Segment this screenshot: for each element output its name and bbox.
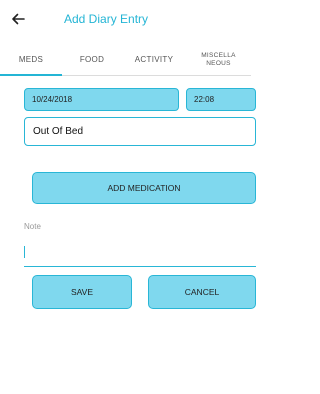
add-diary-entry-screen: Add Diary Entry MEDS FOOD ACTIVITY MISCE… <box>0 0 256 394</box>
add-medication-button[interactable]: ADD MEDICATION <box>32 172 256 204</box>
note-label: Note <box>24 222 41 231</box>
tab-miscellaneous[interactable]: MISCELLA NEOUS <box>186 44 251 75</box>
tab-food[interactable]: FOOD <box>62 44 122 75</box>
tab-miscellaneous-line2: NEOUS <box>206 59 231 67</box>
tab-miscellaneous-line1: MISCELLA <box>201 51 236 59</box>
time-field[interactable]: 22:08 <box>186 88 256 111</box>
tab-meds-label: MEDS <box>18 55 44 64</box>
tab-food-label: FOOD <box>79 55 105 64</box>
cancel-button[interactable]: CANCEL <box>148 275 256 309</box>
tab-activity[interactable]: ACTIVITY <box>122 44 186 75</box>
tab-miscellaneous-label: MISCELLA NEOUS <box>201 52 236 68</box>
arrow-left-icon[interactable] <box>10 11 26 27</box>
text-caret <box>24 246 25 258</box>
status-select[interactable]: Out Of Bed <box>24 117 256 146</box>
tab-meds[interactable]: MEDS <box>0 44 62 76</box>
tab-bar: MEDS FOOD ACTIVITY MISCELLA NEOUS <box>0 44 251 76</box>
date-field[interactable]: 10/24/2018 <box>24 88 179 111</box>
save-button[interactable]: SAVE <box>32 275 132 309</box>
tab-activity-label: ACTIVITY <box>134 55 174 64</box>
app-bar: Add Diary Entry <box>0 0 251 40</box>
page-title: Add Diary Entry <box>64 12 149 26</box>
note-input[interactable] <box>24 240 256 267</box>
